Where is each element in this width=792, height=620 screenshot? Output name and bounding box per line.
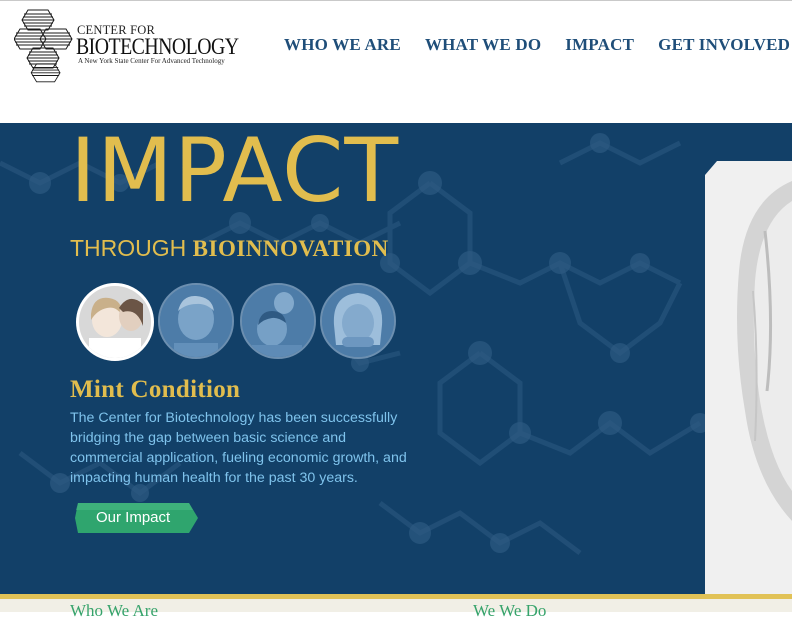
site-header: CENTER FOR BIOTECHNOLOGY A New York Stat… bbox=[0, 1, 792, 122]
our-impact-label: Our Impact bbox=[96, 509, 171, 526]
thumbnail-older-man[interactable] bbox=[158, 283, 234, 359]
story-description: The Center for Biotechnology has been su… bbox=[70, 410, 407, 486]
hero-title: IMPACT bbox=[70, 123, 400, 222]
thumbnail-girl-with-mother[interactable] bbox=[76, 283, 154, 361]
logo-tagline: A New York State Center For Advanced Tec… bbox=[78, 57, 225, 65]
thumbnail-smiling-woman[interactable] bbox=[320, 283, 396, 359]
thumbnail-family[interactable] bbox=[240, 283, 316, 359]
hero-subtitle: THROUGH BIOINNOVATION bbox=[70, 235, 389, 262]
section-what-we-do-heading[interactable]: We We Do bbox=[473, 602, 546, 619]
nav-who-we-are[interactable]: WHO WE ARE bbox=[284, 35, 401, 55]
site-logo[interactable]: CENTER FOR BIOTECHNOLOGY A New York Stat… bbox=[14, 8, 239, 86]
hero-banner: IMPACT THROUGH BIOINNOVATION Mint Condit… bbox=[0, 123, 792, 594]
portrait-image bbox=[322, 285, 394, 357]
portrait-image bbox=[160, 285, 232, 357]
main-nav: WHO WE ARE WHAT WE DO IMPACT GET INVOLVED bbox=[284, 35, 792, 55]
portrait-image bbox=[79, 286, 151, 358]
nav-get-involved[interactable]: GET INVOLVED bbox=[658, 35, 790, 55]
hero-photo bbox=[705, 161, 792, 594]
nav-what-we-do[interactable]: WHAT WE DO bbox=[425, 35, 541, 55]
section-tabs-strip: Who We Are We We Do bbox=[0, 594, 792, 619]
hero-subtitle-bold: BIOINNOVATION bbox=[192, 236, 389, 261]
hexagon-logo-icon bbox=[14, 9, 73, 83]
hero-subtitle-plain: THROUGH bbox=[70, 235, 193, 261]
story-heading: Mint Condition bbox=[70, 376, 241, 403]
nav-impact[interactable]: IMPACT bbox=[565, 35, 634, 55]
our-impact-button[interactable]: Our Impact bbox=[75, 502, 199, 534]
child-portrait-image bbox=[705, 161, 792, 594]
section-who-we-are-heading[interactable]: Who We Are bbox=[70, 602, 158, 619]
portrait-image bbox=[242, 285, 314, 357]
